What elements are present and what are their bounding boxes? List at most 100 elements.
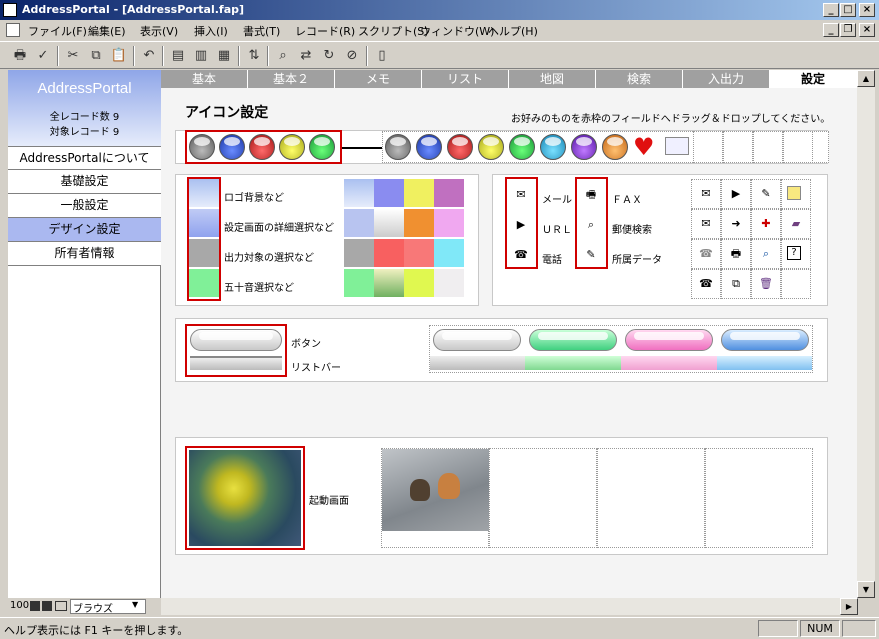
palette-swatch[interactable]	[344, 179, 374, 207]
image-slot[interactable]	[705, 448, 813, 548]
icon-cell[interactable]: ?	[781, 239, 811, 269]
palette-swatch[interactable]	[404, 209, 434, 237]
icon-cell[interactable]: ☎	[691, 269, 721, 299]
icon-cell[interactable]: ✉	[691, 209, 721, 239]
envelope-icon[interactable]	[665, 137, 689, 155]
palette-cyan-orb-icon[interactable]	[540, 134, 566, 160]
palette-swatch[interactable]	[434, 209, 464, 237]
palette-swatch[interactable]	[404, 179, 434, 207]
icon-cell[interactable]: ⌕	[751, 239, 781, 269]
palette-swatch[interactable]	[374, 179, 404, 207]
detail-select-swatch[interactable]	[189, 209, 219, 237]
tab-settings[interactable]: 設定	[770, 70, 857, 88]
logo-bg-swatch[interactable]	[189, 179, 219, 207]
magnifier-icon[interactable]: ⌕	[582, 217, 600, 233]
menu-view[interactable]: 表示(V)	[140, 23, 178, 39]
scroll-down-icon[interactable]: ▼	[857, 581, 875, 598]
red-orb-icon[interactable]	[249, 134, 275, 160]
green-orb-icon[interactable]	[309, 134, 335, 160]
zoom-in-icon[interactable]	[42, 601, 52, 611]
gray-orb-icon[interactable]	[189, 134, 215, 160]
icon-cell[interactable]: ✎	[751, 179, 781, 209]
sidebar-item-about[interactable]: AddressPortalについて	[8, 146, 161, 170]
doc-restore-button[interactable]: ❐	[840, 23, 856, 37]
menu-record[interactable]: レコード(R)	[295, 23, 355, 39]
palette-orange-orb-icon[interactable]	[602, 134, 628, 160]
menu-edit[interactable]: 編集(E)	[88, 23, 126, 39]
scroll-right-icon[interactable]: ▶	[840, 598, 858, 615]
paste-icon[interactable]: 📋	[109, 46, 129, 66]
tab-basic[interactable]: 基本	[161, 70, 248, 88]
icon-cell[interactable]: ✉	[691, 179, 721, 209]
menu-script[interactable]: スクリプト(S)	[358, 23, 429, 39]
tab-basic2[interactable]: 基本２	[248, 70, 335, 88]
sidebar-item-owner[interactable]: 所有者情報	[8, 242, 161, 266]
menu-file[interactable]: ファイル(F)	[28, 23, 87, 39]
url-arrow-icon[interactable]: ▶	[512, 217, 530, 233]
palette-swatch[interactable]	[374, 269, 404, 297]
palette-red-orb-icon[interactable]	[447, 134, 473, 160]
palette-purple-orb-icon[interactable]	[571, 134, 597, 160]
menu-insert[interactable]: 挿入(I)	[194, 23, 228, 39]
omit-icon[interactable]: ⊘	[342, 46, 362, 66]
tab-memo[interactable]: メモ	[335, 70, 422, 88]
maximize-button[interactable]: □	[840, 3, 856, 17]
palette-gray-orb-icon[interactable]	[385, 134, 411, 160]
zoom-level[interactable]: 100	[10, 600, 29, 611]
doc-close-button[interactable]: ×	[859, 23, 875, 37]
icon-cell[interactable]: ✚	[751, 209, 781, 239]
find-icon[interactable]: ⌕	[273, 46, 293, 66]
palette-gray-pill[interactable]	[433, 329, 521, 351]
palette-swatch[interactable]	[374, 209, 404, 237]
print-icon[interactable]: 🖶	[10, 46, 30, 66]
image-slot[interactable]	[489, 448, 597, 548]
palette-blue-listbar[interactable]	[717, 356, 812, 370]
duplicate-record-icon[interactable]: ▥	[191, 46, 211, 66]
icon-cell[interactable]: 🖶	[721, 239, 751, 269]
gray-pill-button[interactable]	[190, 329, 282, 351]
tab-map[interactable]: 地図	[509, 70, 596, 88]
gray-listbar[interactable]	[190, 356, 282, 370]
scroll-up-icon[interactable]: ▲	[857, 70, 875, 87]
kana-select-swatch[interactable]	[189, 269, 219, 297]
vertical-scrollbar[interactable]: ▲ ▼	[857, 70, 875, 598]
palette-yellow-orb-icon[interactable]	[478, 134, 504, 160]
palette-green-orb-icon[interactable]	[509, 134, 535, 160]
doc-minimize-button[interactable]: _	[823, 23, 839, 37]
palette-swatch[interactable]	[434, 269, 464, 297]
copy-icon[interactable]: ⧉	[86, 46, 106, 66]
sidebar-item-basic[interactable]: 基礎設定	[8, 170, 161, 194]
icon-cell[interactable]	[781, 179, 811, 209]
menu-window[interactable]: ウィンドウ(W)	[420, 23, 494, 39]
tab-io[interactable]: 入出力	[683, 70, 770, 88]
icon-cell[interactable]: ➜	[721, 209, 751, 239]
mimosa-photo[interactable]	[189, 450, 301, 546]
close-button[interactable]: ×	[859, 3, 875, 17]
replace-icon[interactable]: ⇄	[296, 46, 316, 66]
horizontal-scrollbar[interactable]: ▶	[161, 598, 858, 615]
image-slot[interactable]	[381, 448, 490, 548]
chevron-down-icon[interactable]: ▼	[132, 600, 138, 609]
output-select-swatch[interactable]	[189, 239, 219, 267]
sidebar-item-design[interactable]: デザイン設定	[8, 218, 161, 242]
pencil-icon[interactable]: ✎	[582, 247, 600, 263]
palette-swatch[interactable]	[344, 209, 374, 237]
menu-format[interactable]: 書式(T)	[243, 23, 280, 39]
phone-icon[interactable]: ☎	[512, 247, 530, 263]
icon-cell[interactable]: ▰	[781, 209, 811, 239]
undo-icon[interactable]: ↶	[139, 46, 159, 66]
palette-gray-listbar[interactable]	[430, 356, 525, 370]
tab-search[interactable]: 検索	[596, 70, 683, 88]
palette-green-listbar[interactable]	[525, 356, 621, 370]
palette-green-pill[interactable]	[529, 329, 617, 351]
icon-cell[interactable]: ⧉	[721, 269, 751, 299]
sort-icon[interactable]: ⇅	[244, 46, 264, 66]
status-area-icon[interactable]	[55, 601, 67, 611]
palette-blue-orb-icon[interactable]	[416, 134, 442, 160]
minimize-button[interactable]: _	[823, 3, 839, 17]
palette-swatch[interactable]	[434, 239, 464, 267]
relookup-icon[interactable]: ↻	[319, 46, 339, 66]
help-book-icon[interactable]: ▯	[372, 46, 392, 66]
palette-swatch[interactable]	[344, 269, 374, 297]
icon-cell[interactable]: ☎	[691, 239, 721, 269]
